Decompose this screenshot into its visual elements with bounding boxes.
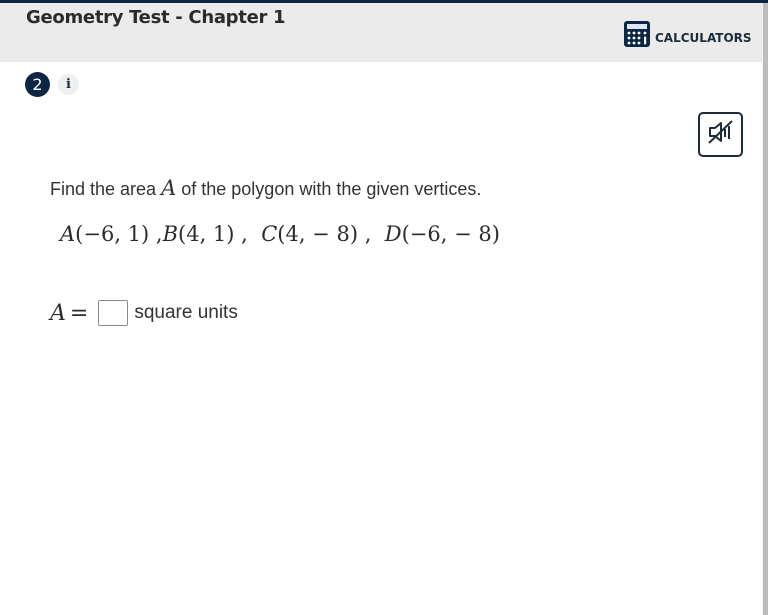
speaker-muted-icon [706,117,736,152]
calculators-button[interactable]: CALCULATORS [623,20,752,48]
question-number-badge: 2 [25,72,50,97]
answer-variable: A [50,300,66,326]
vertex-coords: (4, − 8) [277,222,359,246]
calculator-icon [623,20,651,48]
answer-units: square units [134,302,238,323]
vertex-coords: (−6, − 8) [401,222,500,246]
vertex-label: B [162,222,179,246]
vertex-separator: , [358,222,385,246]
area-answer-input[interactable] [98,300,129,326]
calculators-label: CALCULATORS [655,31,752,45]
prompt-variable: A [161,176,177,200]
vertex-separator: , [234,222,262,246]
answer-equals: = [69,300,89,326]
audio-toggle-button[interactable] [698,112,743,157]
vertex-label: D [384,222,402,246]
scrollbar-thumb[interactable] [763,3,768,615]
info-button[interactable]: i [58,74,79,95]
vertex-label: A [60,222,76,246]
question-prompt: Find the area A of the polygon with the … [50,176,481,200]
prompt-text-after: of the polygon with the given vertices. [176,179,482,199]
header: Geometry Test - Chapter 1 CALCULATORS [0,3,762,62]
vertices-list: A(−6, 1) ,B(4, 1) , C(4, − 8) , D(−6, − … [60,222,500,246]
vertex-coords: (4, 1) [178,222,235,246]
vertex-coords: (−6, 1) [75,222,150,246]
prompt-text-before: Find the area [50,179,162,199]
vertex-label: C [261,222,278,246]
vertex-separator: , [149,222,163,246]
answer-row: A = square units [50,300,238,326]
page-title: Geometry Test - Chapter 1 [26,7,286,28]
